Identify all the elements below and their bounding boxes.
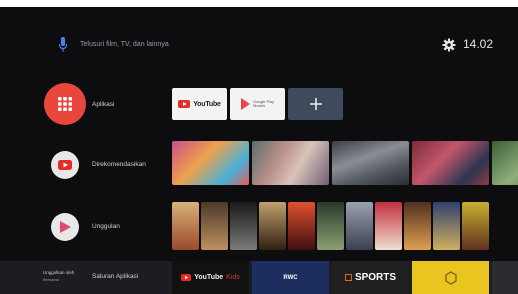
app-channel-tile[interactable] bbox=[492, 261, 518, 294]
row-label-recommended: Direkomendasikan bbox=[92, 161, 146, 168]
sports-tile[interactable]: SPORTS bbox=[332, 261, 409, 294]
featured-posters bbox=[172, 196, 489, 256]
sports-label: SPORTS bbox=[354, 272, 397, 283]
recommended-channel-button[interactable] bbox=[51, 151, 79, 179]
movie-poster[interactable] bbox=[346, 202, 373, 250]
movie-poster[interactable] bbox=[317, 202, 344, 250]
plus-icon bbox=[309, 98, 322, 110]
youtube-kids-tile[interactable]: YouTube Kids bbox=[172, 261, 249, 294]
video-thumbnail[interactable] bbox=[412, 141, 489, 185]
sports-logo-icon bbox=[344, 274, 352, 281]
rwc-label: RWC bbox=[283, 274, 298, 281]
sponsored-sublabel: Bersama bbox=[43, 277, 60, 282]
movie-poster[interactable] bbox=[462, 202, 489, 250]
video-thumbnail[interactable] bbox=[332, 141, 409, 185]
movie-poster[interactable] bbox=[230, 202, 257, 250]
featured-row: Unggulan bbox=[0, 196, 518, 256]
google-play-movies-app-tile[interactable]: Google Play Movies bbox=[230, 88, 285, 120]
apps-grid-icon bbox=[58, 97, 72, 111]
microphone-icon[interactable] bbox=[58, 37, 68, 53]
app-tiles: YouTube Google Play Movies bbox=[172, 80, 343, 126]
google-play-movies-logo-icon bbox=[241, 98, 251, 110]
top-bar: Telusuri film, TV, dan lainnya 14.02 bbox=[0, 7, 518, 77]
emblem-icon bbox=[444, 270, 457, 285]
movie-poster[interactable] bbox=[201, 202, 228, 250]
movie-poster[interactable] bbox=[433, 202, 460, 250]
apps-channel-button[interactable] bbox=[44, 83, 86, 125]
sponsored-label: Unggulkan oleh bbox=[43, 270, 75, 275]
google-play-label: Google Play bbox=[253, 99, 274, 104]
row-label-apps: Aplikasi bbox=[92, 101, 115, 108]
movie-poster[interactable] bbox=[404, 202, 431, 250]
movie-poster[interactable] bbox=[172, 202, 199, 250]
youtube-app-tile[interactable]: YouTube bbox=[172, 88, 227, 120]
youtube-kids-label: YouTube bbox=[194, 274, 224, 281]
movie-poster[interactable] bbox=[288, 202, 315, 250]
recommended-row: Direkomendasikan bbox=[0, 137, 518, 189]
featured-channel-button[interactable] bbox=[51, 213, 79, 241]
add-app-button[interactable] bbox=[288, 88, 343, 120]
video-thumbnail[interactable] bbox=[172, 141, 249, 185]
movie-poster[interactable] bbox=[375, 202, 402, 250]
clock: 14.02 bbox=[463, 37, 494, 51]
search-input[interactable]: Telusuri film, TV, dan lainnya bbox=[80, 38, 250, 52]
movie-poster[interactable] bbox=[259, 202, 286, 250]
play-movies-icon bbox=[60, 221, 71, 233]
gear-icon[interactable] bbox=[442, 38, 456, 52]
app-channels-row: Unggulkan oleh Bersama Saluran Aplikasi … bbox=[0, 261, 518, 294]
app-channel-tiles: YouTube Kids RWC SPORTS bbox=[172, 261, 518, 294]
tv-home-screen: Telusuri film, TV, dan lainnya 14.02 Apl… bbox=[0, 7, 518, 294]
youtube-icon bbox=[181, 274, 192, 281]
recommended-thumbnails bbox=[172, 137, 518, 189]
video-thumbnail[interactable] bbox=[252, 141, 329, 185]
youtube-logo-icon bbox=[178, 100, 191, 108]
apps-row: Aplikasi YouTube Google Play Movies bbox=[0, 80, 518, 126]
youtube-icon bbox=[58, 160, 72, 170]
row-label-app-channels: Saluran Aplikasi bbox=[92, 273, 139, 280]
featured-channel-tile[interactable] bbox=[412, 261, 489, 294]
rwc-tile[interactable]: RWC bbox=[252, 261, 329, 294]
kids-label: Kids bbox=[226, 274, 240, 281]
movies-label: Movies bbox=[253, 104, 266, 108]
youtube-app-label: YouTube bbox=[193, 100, 221, 108]
row-label-featured: Unggulan bbox=[92, 223, 120, 230]
video-thumbnail[interactable] bbox=[492, 141, 518, 185]
